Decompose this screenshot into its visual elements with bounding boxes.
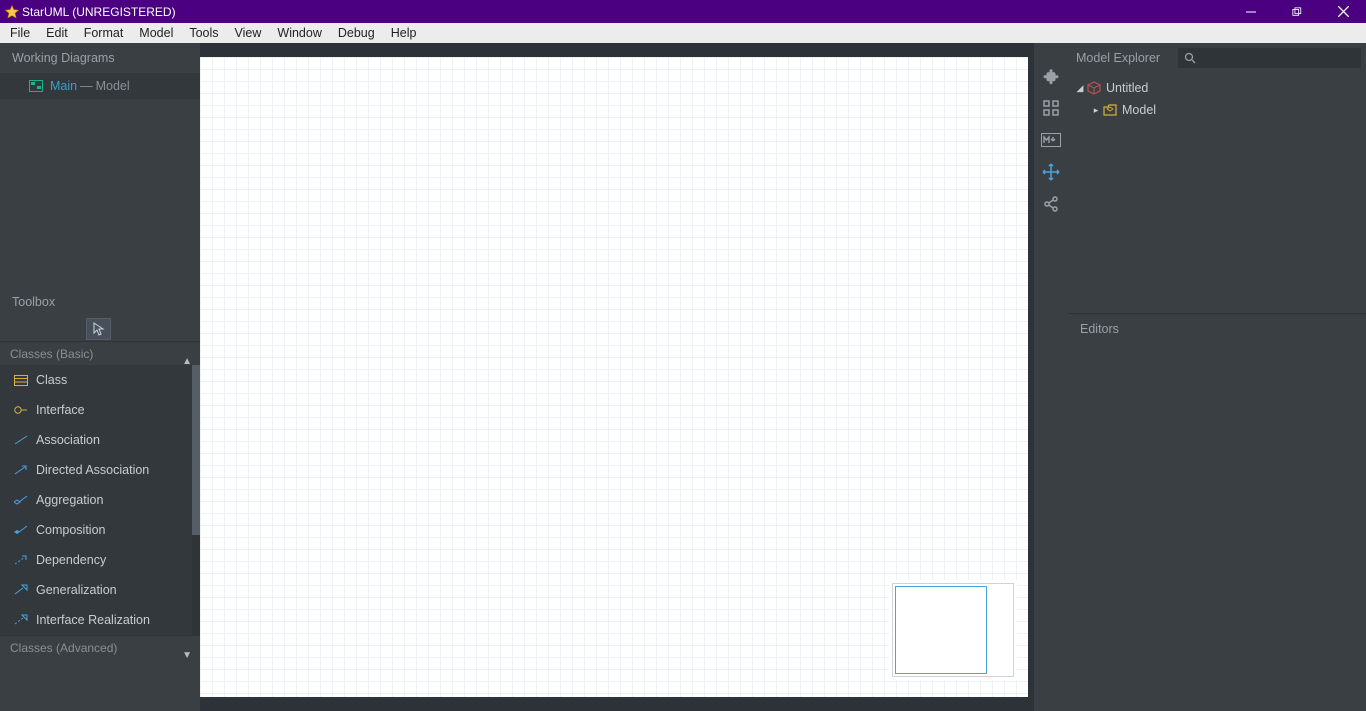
model-explorer-search[interactable] (1178, 48, 1361, 68)
maximize-button[interactable] (1274, 0, 1320, 23)
toolbox-section-advanced[interactable]: Classes (Advanced) ▼ (0, 635, 200, 659)
titlebar: StarUML (UNREGISTERED) (0, 0, 1366, 23)
tool-interface[interactable]: Interface (0, 395, 200, 425)
minimap-viewport[interactable] (895, 586, 987, 674)
app-icon (2, 5, 22, 19)
diagram-canvas[interactable] (200, 57, 1028, 697)
directed-association-icon (12, 463, 30, 477)
tool-interface-label: Interface (36, 403, 85, 417)
tool-generalization[interactable]: Generalization (0, 575, 200, 605)
editors-header: Editors (1068, 313, 1366, 343)
generalization-icon (12, 583, 30, 597)
menu-file[interactable]: File (2, 23, 38, 43)
right-panel: Model Explorer ◢ Untitled ▸ (1068, 43, 1366, 711)
tool-association-label: Association (36, 433, 100, 447)
working-diagram-name: Main (50, 79, 77, 93)
tool-directed-association-label: Directed Association (36, 463, 149, 477)
menu-edit[interactable]: Edit (38, 23, 76, 43)
tool-dependency-label: Dependency (36, 553, 106, 567)
tool-class-label: Class (36, 373, 67, 387)
close-button[interactable] (1320, 0, 1366, 23)
navigate-icon[interactable] (1038, 161, 1064, 183)
model-explorer-header: Model Explorer (1076, 51, 1170, 65)
working-diagram-item[interactable]: Main — Model (0, 73, 200, 99)
menu-debug[interactable]: Debug (330, 23, 383, 43)
tool-composition[interactable]: Composition (0, 515, 200, 545)
model-icon (1102, 104, 1118, 116)
collapse-up-icon: ▲ (182, 350, 192, 374)
menu-view[interactable]: View (227, 23, 270, 43)
tool-dependency[interactable]: Dependency (0, 545, 200, 575)
association-icon (12, 433, 30, 447)
left-panel: Working Diagrams Main — Model Toolbox (0, 43, 200, 711)
search-icon (1184, 52, 1196, 64)
menubar: File Edit Format Model Tools View Window… (0, 23, 1366, 43)
toolbox-section-basic-label: Classes (Basic) (10, 347, 93, 361)
collapse-down-icon: ▼ (182, 644, 192, 668)
interface-realization-icon (12, 613, 30, 627)
working-diagram-parent: Model (96, 79, 130, 93)
composition-icon (12, 523, 30, 537)
menu-help[interactable]: Help (383, 23, 425, 43)
aggregation-icon (12, 493, 30, 507)
toolbox-scrollbar-thumb[interactable] (192, 365, 200, 535)
menu-window[interactable]: Window (269, 23, 329, 43)
tool-composition-label: Composition (36, 523, 105, 537)
editors-body (1068, 343, 1366, 711)
right-icon-strip (1034, 43, 1068, 711)
class-icon (12, 373, 30, 387)
minimize-button[interactable] (1228, 0, 1274, 23)
tool-association[interactable]: Association (0, 425, 200, 455)
project-icon (1086, 81, 1102, 95)
pointer-tool-button[interactable] (86, 318, 111, 340)
share-icon[interactable] (1038, 193, 1064, 215)
tool-interface-realization-label: Interface Realization (36, 613, 150, 627)
grid-view-icon[interactable] (1038, 97, 1064, 119)
menu-format[interactable]: Format (76, 23, 132, 43)
tree-model-row[interactable]: ▸ Model (1074, 99, 1360, 121)
window-title: StarUML (UNREGISTERED) (22, 5, 1228, 19)
minimap[interactable] (892, 583, 1014, 677)
toolbox-section-advanced-label: Classes (Advanced) (10, 641, 117, 655)
tree-root-row[interactable]: ◢ Untitled (1074, 77, 1360, 99)
dependency-icon (12, 553, 30, 567)
menu-model[interactable]: Model (131, 23, 181, 43)
markdown-icon[interactable] (1038, 129, 1064, 151)
tool-aggregation[interactable]: Aggregation (0, 485, 200, 515)
tool-interface-realization[interactable]: Interface Realization (0, 605, 200, 635)
tool-aggregation-label: Aggregation (36, 493, 103, 507)
model-tree: ◢ Untitled ▸ Model (1068, 73, 1366, 313)
tree-root-label: Untitled (1106, 81, 1148, 95)
interface-icon (12, 403, 30, 417)
extensions-icon[interactable] (1038, 65, 1064, 87)
working-diagrams-header: Working Diagrams (0, 43, 200, 73)
menu-tools[interactable]: Tools (181, 23, 226, 43)
tool-class[interactable]: Class (0, 365, 200, 395)
model-explorer-search-input[interactable] (1200, 51, 1355, 65)
tool-directed-association[interactable]: Directed Association (0, 455, 200, 485)
working-diagram-separator: — (80, 79, 93, 93)
tree-collapse-icon[interactable]: ▸ (1090, 105, 1102, 116)
diagram-icon (28, 79, 44, 93)
tree-expand-icon[interactable]: ◢ (1074, 83, 1086, 94)
toolbox-header: Toolbox (0, 287, 200, 317)
canvas-area (200, 43, 1034, 711)
tool-generalization-label: Generalization (36, 583, 117, 597)
tree-model-label: Model (1122, 103, 1156, 117)
toolbox-section-basic[interactable]: Classes (Basic) ▲ (0, 341, 200, 365)
